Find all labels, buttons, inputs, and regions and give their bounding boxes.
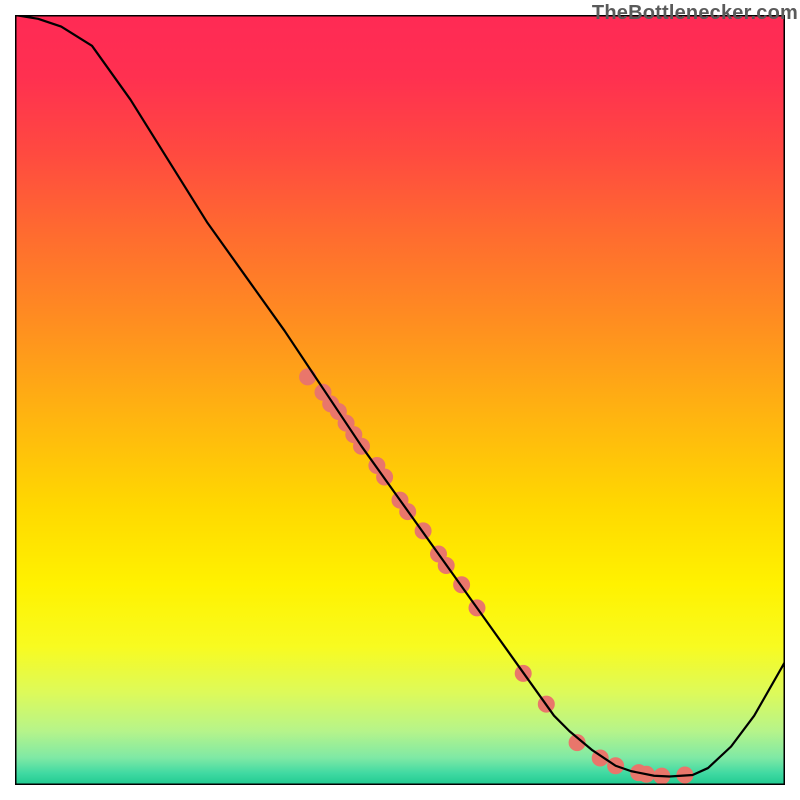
data-marker: [300, 369, 316, 385]
bottleneck-chart: [15, 15, 785, 785]
watermark-text: TheBottlenecker.com: [592, 2, 798, 25]
chart-container: TheBottlenecker.com: [0, 0, 800, 800]
chart-background: [15, 15, 785, 785]
